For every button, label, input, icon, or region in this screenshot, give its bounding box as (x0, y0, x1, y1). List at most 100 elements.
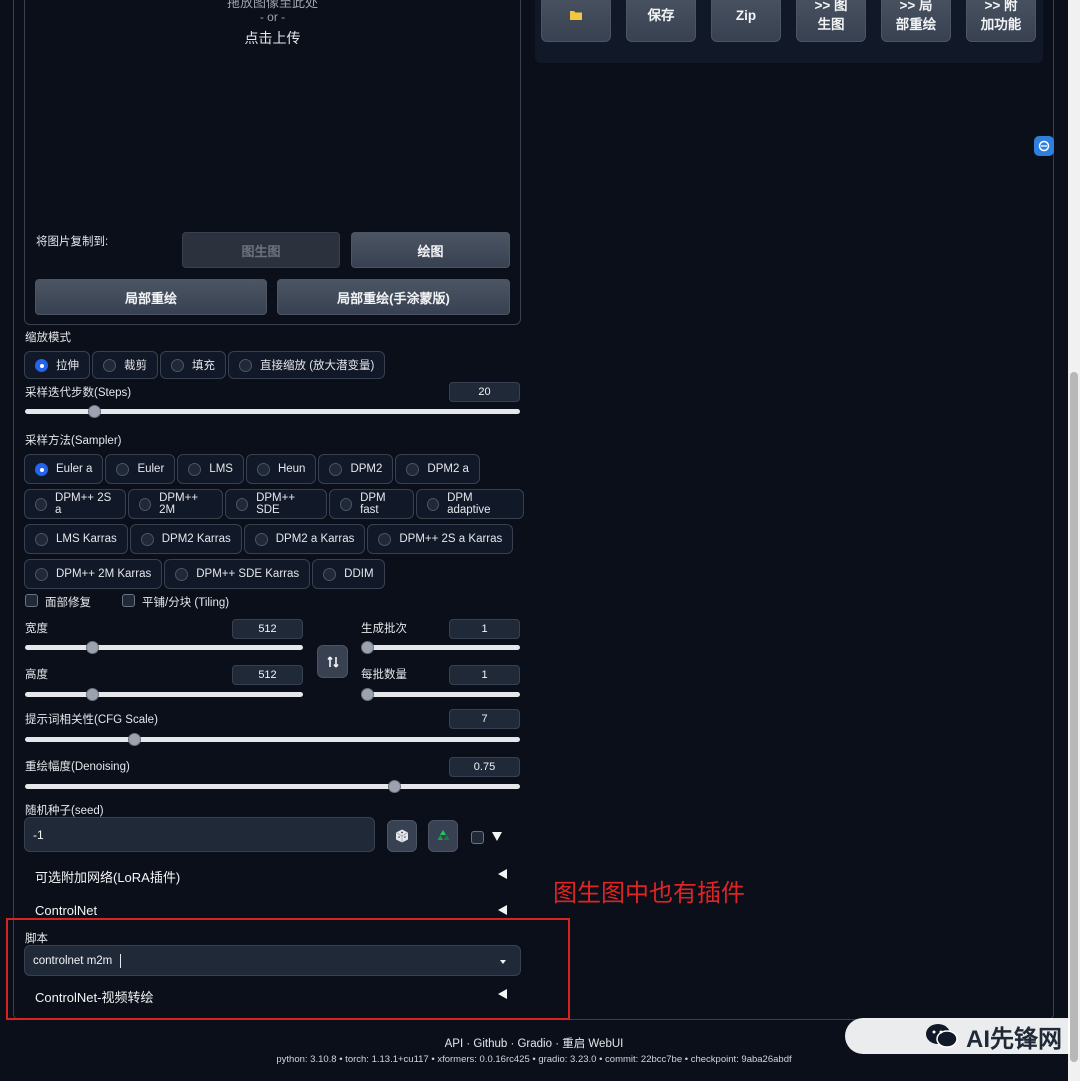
send-img2img-line2: 生图 (817, 17, 845, 32)
wechat-icon (926, 1024, 958, 1048)
resize-option-fill[interactable]: 填充 (160, 351, 226, 379)
height-slider-thumb[interactable] (85, 688, 99, 701)
send-to-inpaint-button[interactable]: >> 局部重绘 (881, 0, 951, 42)
sampler-option-label: DPM2 Karras (161, 533, 231, 545)
cfg-slider-thumb[interactable] (127, 733, 141, 746)
send-to-img2img-button[interactable]: >> 图生图 (796, 0, 866, 42)
sampler-option[interactable]: DPM++ 2M Karras (24, 559, 163, 589)
sampler-option[interactable]: LMS Karras (24, 524, 128, 554)
sampler-option[interactable]: DPM2 a (395, 454, 480, 484)
sampler-option[interactable]: DDIM (312, 559, 385, 589)
batch-count-slider-thumb[interactable] (361, 641, 374, 654)
batch-count-input[interactable]: 1 (449, 619, 520, 639)
resize-option-stretch[interactable]: 拉伸 (24, 351, 90, 379)
sampler-option[interactable]: LMS (177, 454, 244, 484)
height-number-input[interactable]: 512 (232, 665, 303, 685)
seed-input[interactable]: -1 (24, 817, 375, 852)
denoise-number-input[interactable]: 0.75 (449, 757, 520, 777)
height-label: 高度 (25, 669, 48, 681)
radio-dot-icon (175, 567, 189, 581)
sampler-option-label: Heun (277, 463, 306, 475)
sampler-option-label: Euler (137, 463, 165, 475)
translate-plugin-icon[interactable] (1034, 136, 1054, 156)
resize-mode-group: 拉伸 裁剪 填充 直接缩放 (放大潜变量) (24, 351, 386, 379)
batch-size-label: 每批数量 (361, 669, 407, 681)
sampler-option-label: DDIM (344, 568, 374, 580)
resize-option-label: 拉伸 (56, 360, 79, 372)
sampler-option-label: LMS (209, 463, 233, 475)
extra-seed-toggle-icon[interactable] (492, 832, 502, 841)
radio-dot-icon (254, 532, 268, 546)
width-number-input[interactable]: 512 (232, 619, 303, 639)
controlnet-accordion-title[interactable]: ControlNet (35, 903, 97, 918)
sampler-option[interactable]: Heun (245, 454, 317, 484)
send-to-extras-button[interactable]: >> 附加功能 (966, 0, 1036, 42)
sampler-row: DPM++ 2M Karras DPM++ SDE Karras DDIM (24, 559, 524, 589)
batch-count-slider[interactable] (361, 641, 520, 654)
copy-to-inpaint-button[interactable]: 局部重绘 (35, 279, 267, 315)
radio-dot-icon (35, 532, 48, 546)
zip-button[interactable]: Zip (711, 0, 781, 42)
lora-accordion-caret-icon[interactable] (498, 869, 507, 879)
steps-slider[interactable] (25, 405, 520, 418)
sampler-option[interactable]: DPM++ 2S a Karras (367, 524, 514, 554)
steps-number-input[interactable]: 20 (449, 382, 520, 402)
save-button[interactable]: 保存 (626, 0, 696, 42)
upload-or-text: - or - (259, 10, 286, 24)
dice-icon (395, 829, 409, 843)
send-inpaint-line1: >> 局 (899, 0, 933, 13)
batch-size-input[interactable]: 1 (449, 665, 520, 685)
cfg-slider[interactable] (25, 733, 520, 746)
sampler-option-label: DPM++ 2M (159, 492, 199, 516)
radio-dot-icon (139, 497, 152, 511)
swap-dimensions-button[interactable] (317, 645, 348, 678)
denoise-slider-thumb[interactable] (387, 780, 401, 793)
sampler-option[interactable]: DPM++ 2S a (24, 489, 127, 519)
random-seed-button[interactable] (387, 820, 417, 852)
sampler-option[interactable]: DPM++ SDE (225, 489, 328, 519)
width-slider-thumb[interactable] (85, 641, 99, 654)
resize-option-crop[interactable]: 裁剪 (92, 351, 158, 379)
sampler-option[interactable]: DPM++ SDE Karras (164, 559, 311, 589)
tiling-checkbox[interactable] (122, 594, 135, 607)
upload-click-text[interactable]: 点击上传 (24, 28, 521, 48)
sampler-option[interactable]: Euler a (24, 454, 104, 484)
image-upload-area[interactable] (24, 0, 521, 325)
tiling-label: 平铺/分块 (Tiling) (142, 597, 230, 609)
sampler-option[interactable]: DPM2 Karras (129, 524, 242, 554)
send-extras-line2: 加功能 (980, 17, 1022, 32)
radio-dot-icon (406, 462, 420, 476)
copy-to-sketch-button[interactable]: 绘图 (351, 232, 510, 268)
send-inpaint-line2: 部重绘 (895, 17, 937, 32)
resize-mode-label: 缩放模式 (25, 332, 71, 344)
width-slider[interactable] (25, 641, 303, 654)
face-restore-checkbox[interactable] (25, 594, 38, 607)
height-slider[interactable] (25, 688, 303, 701)
folder-icon (570, 11, 582, 20)
sampler-option[interactable]: DPM++ 2M (128, 489, 224, 519)
sampler-option[interactable]: DPM2 (318, 454, 394, 484)
footer-versions: python: 3.10.8 • torch: 1.13.1+cu117 • x… (276, 1054, 792, 1065)
radio-dot-icon (171, 358, 184, 372)
scrollbar-thumb[interactable] (1070, 372, 1078, 1062)
sampler-option[interactable]: Euler (105, 454, 176, 484)
sampler-option[interactable]: DPM2 a Karras (243, 524, 366, 554)
zip-label: Zip (735, 7, 757, 23)
sampler-option[interactable]: DPM fast (329, 489, 415, 519)
copy-to-inpaint-sketch-button[interactable]: 局部重绘(手涂蒙版) (277, 279, 510, 315)
controlnet-accordion-caret-icon[interactable] (498, 905, 507, 915)
denoise-slider[interactable] (25, 780, 520, 793)
batch-size-slider[interactable] (361, 688, 520, 701)
sampler-option-label: DPM++ SDE Karras (196, 568, 300, 580)
extra-seed-checkbox[interactable] (471, 831, 484, 844)
batch-size-slider-thumb[interactable] (361, 688, 374, 701)
send-extras-line1: >> 附 (984, 0, 1018, 13)
copy-to-img2img-button[interactable]: 图生图 (182, 232, 340, 268)
sampler-option[interactable]: DPM adaptive (416, 489, 524, 519)
resize-option-latent[interactable]: 直接缩放 (放大潜变量) (228, 351, 386, 379)
cfg-number-input[interactable]: 7 (449, 709, 520, 729)
copy-to-label: 将图片复制到: (36, 236, 109, 248)
reuse-seed-button[interactable] (428, 820, 458, 852)
lora-accordion-title[interactable]: 可选附加网络(LoRA插件) (35, 867, 180, 886)
open-folder-button[interactable] (541, 0, 611, 42)
